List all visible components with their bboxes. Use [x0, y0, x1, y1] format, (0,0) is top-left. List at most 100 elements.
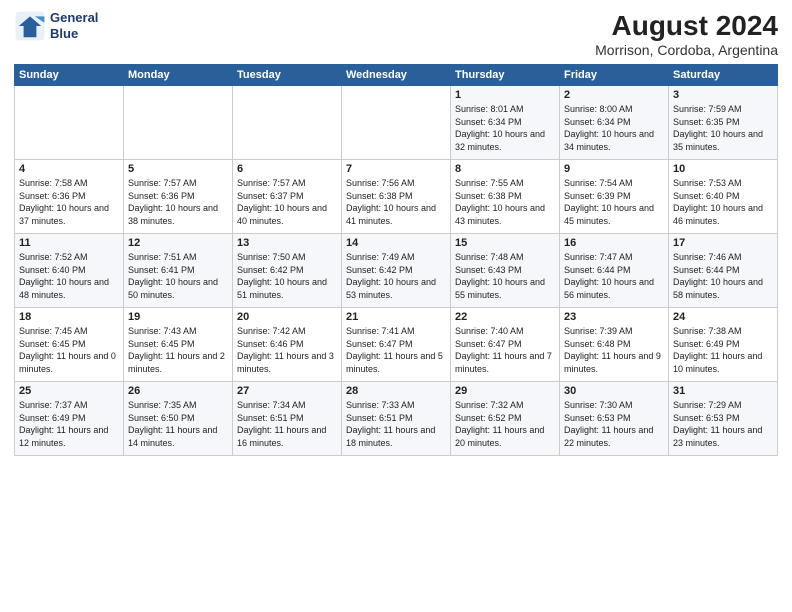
- week-row-1: 4 Sunrise: 7:58 AM Sunset: 6:36 PM Dayli…: [15, 160, 778, 234]
- day-number: 3: [673, 89, 773, 101]
- day-info: Sunrise: 7:54 AM Sunset: 6:39 PM Dayligh…: [564, 177, 664, 227]
- day-number: 16: [564, 237, 664, 249]
- calendar-cell: [124, 86, 233, 160]
- calendar-cell: 28 Sunrise: 7:33 AM Sunset: 6:51 PM Dayl…: [342, 382, 451, 456]
- sub-title: Morrison, Cordoba, Argentina: [595, 42, 778, 58]
- day-number: 28: [346, 385, 446, 397]
- day-number: 31: [673, 385, 773, 397]
- week-row-4: 25 Sunrise: 7:37 AM Sunset: 6:49 PM Dayl…: [15, 382, 778, 456]
- day-info: Sunrise: 7:52 AM Sunset: 6:40 PM Dayligh…: [19, 251, 119, 301]
- calendar-cell: 13 Sunrise: 7:50 AM Sunset: 6:42 PM Dayl…: [233, 234, 342, 308]
- col-friday: Friday: [560, 65, 669, 86]
- calendar-cell: 24 Sunrise: 7:38 AM Sunset: 6:49 PM Dayl…: [669, 308, 778, 382]
- day-info: Sunrise: 7:33 AM Sunset: 6:51 PM Dayligh…: [346, 399, 446, 449]
- calendar-cell: 10 Sunrise: 7:53 AM Sunset: 6:40 PM Dayl…: [669, 160, 778, 234]
- day-info: Sunrise: 7:48 AM Sunset: 6:43 PM Dayligh…: [455, 251, 555, 301]
- logo-line1: General: [50, 10, 98, 26]
- calendar-cell: 30 Sunrise: 7:30 AM Sunset: 6:53 PM Dayl…: [560, 382, 669, 456]
- day-info: Sunrise: 7:57 AM Sunset: 6:37 PM Dayligh…: [237, 177, 337, 227]
- header: General Blue August 2024 Morrison, Cordo…: [14, 10, 778, 58]
- main-title: August 2024: [595, 10, 778, 42]
- calendar-cell: 20 Sunrise: 7:42 AM Sunset: 6:46 PM Dayl…: [233, 308, 342, 382]
- day-number: 12: [128, 237, 228, 249]
- day-info: Sunrise: 7:39 AM Sunset: 6:48 PM Dayligh…: [564, 325, 664, 375]
- calendar-cell: 27 Sunrise: 7:34 AM Sunset: 6:51 PM Dayl…: [233, 382, 342, 456]
- day-number: 27: [237, 385, 337, 397]
- col-wednesday: Wednesday: [342, 65, 451, 86]
- day-info: Sunrise: 7:47 AM Sunset: 6:44 PM Dayligh…: [564, 251, 664, 301]
- calendar-cell: 21 Sunrise: 7:41 AM Sunset: 6:47 PM Dayl…: [342, 308, 451, 382]
- day-number: 19: [128, 311, 228, 323]
- day-number: 11: [19, 237, 119, 249]
- calendar-cell: 3 Sunrise: 7:59 AM Sunset: 6:35 PM Dayli…: [669, 86, 778, 160]
- day-number: 5: [128, 163, 228, 175]
- logo-icon: [14, 10, 46, 42]
- day-info: Sunrise: 7:35 AM Sunset: 6:50 PM Dayligh…: [128, 399, 228, 449]
- day-number: 29: [455, 385, 555, 397]
- calendar-cell: 15 Sunrise: 7:48 AM Sunset: 6:43 PM Dayl…: [451, 234, 560, 308]
- calendar-table: Sunday Monday Tuesday Wednesday Thursday…: [14, 64, 778, 456]
- day-number: 13: [237, 237, 337, 249]
- header-row: Sunday Monday Tuesday Wednesday Thursday…: [15, 65, 778, 86]
- calendar-cell: 17 Sunrise: 7:46 AM Sunset: 6:44 PM Dayl…: [669, 234, 778, 308]
- calendar-cell: 29 Sunrise: 7:32 AM Sunset: 6:52 PM Dayl…: [451, 382, 560, 456]
- day-info: Sunrise: 7:30 AM Sunset: 6:53 PM Dayligh…: [564, 399, 664, 449]
- day-info: Sunrise: 7:49 AM Sunset: 6:42 PM Dayligh…: [346, 251, 446, 301]
- day-info: Sunrise: 7:57 AM Sunset: 6:36 PM Dayligh…: [128, 177, 228, 227]
- calendar-cell: 22 Sunrise: 7:40 AM Sunset: 6:47 PM Dayl…: [451, 308, 560, 382]
- day-info: Sunrise: 7:53 AM Sunset: 6:40 PM Dayligh…: [673, 177, 773, 227]
- day-number: 2: [564, 89, 664, 101]
- day-info: Sunrise: 7:56 AM Sunset: 6:38 PM Dayligh…: [346, 177, 446, 227]
- day-info: Sunrise: 7:37 AM Sunset: 6:49 PM Dayligh…: [19, 399, 119, 449]
- calendar-cell: 31 Sunrise: 7:29 AM Sunset: 6:53 PM Dayl…: [669, 382, 778, 456]
- day-info: Sunrise: 7:40 AM Sunset: 6:47 PM Dayligh…: [455, 325, 555, 375]
- day-number: 9: [564, 163, 664, 175]
- calendar-cell: [15, 86, 124, 160]
- day-number: 24: [673, 311, 773, 323]
- calendar-cell: 25 Sunrise: 7:37 AM Sunset: 6:49 PM Dayl…: [15, 382, 124, 456]
- calendar-cell: 11 Sunrise: 7:52 AM Sunset: 6:40 PM Dayl…: [15, 234, 124, 308]
- col-saturday: Saturday: [669, 65, 778, 86]
- calendar-cell: 18 Sunrise: 7:45 AM Sunset: 6:45 PM Dayl…: [15, 308, 124, 382]
- calendar-cell: 9 Sunrise: 7:54 AM Sunset: 6:39 PM Dayli…: [560, 160, 669, 234]
- day-info: Sunrise: 7:58 AM Sunset: 6:36 PM Dayligh…: [19, 177, 119, 227]
- week-row-2: 11 Sunrise: 7:52 AM Sunset: 6:40 PM Dayl…: [15, 234, 778, 308]
- calendar-cell: [233, 86, 342, 160]
- col-tuesday: Tuesday: [233, 65, 342, 86]
- day-info: Sunrise: 7:50 AM Sunset: 6:42 PM Dayligh…: [237, 251, 337, 301]
- calendar-cell: 19 Sunrise: 7:43 AM Sunset: 6:45 PM Dayl…: [124, 308, 233, 382]
- day-number: 17: [673, 237, 773, 249]
- day-number: 15: [455, 237, 555, 249]
- day-info: Sunrise: 7:29 AM Sunset: 6:53 PM Dayligh…: [673, 399, 773, 449]
- calendar-cell: 2 Sunrise: 8:00 AM Sunset: 6:34 PM Dayli…: [560, 86, 669, 160]
- day-number: 4: [19, 163, 119, 175]
- day-info: Sunrise: 7:32 AM Sunset: 6:52 PM Dayligh…: [455, 399, 555, 449]
- col-thursday: Thursday: [451, 65, 560, 86]
- calendar-cell: 7 Sunrise: 7:56 AM Sunset: 6:38 PM Dayli…: [342, 160, 451, 234]
- calendar-cell: 16 Sunrise: 7:47 AM Sunset: 6:44 PM Dayl…: [560, 234, 669, 308]
- day-number: 18: [19, 311, 119, 323]
- calendar-cell: 26 Sunrise: 7:35 AM Sunset: 6:50 PM Dayl…: [124, 382, 233, 456]
- day-number: 1: [455, 89, 555, 101]
- calendar-cell: 5 Sunrise: 7:57 AM Sunset: 6:36 PM Dayli…: [124, 160, 233, 234]
- day-number: 21: [346, 311, 446, 323]
- calendar-cell: [342, 86, 451, 160]
- calendar-cell: 1 Sunrise: 8:01 AM Sunset: 6:34 PM Dayli…: [451, 86, 560, 160]
- day-number: 26: [128, 385, 228, 397]
- col-monday: Monday: [124, 65, 233, 86]
- day-number: 22: [455, 311, 555, 323]
- calendar-cell: 12 Sunrise: 7:51 AM Sunset: 6:41 PM Dayl…: [124, 234, 233, 308]
- day-number: 30: [564, 385, 664, 397]
- day-info: Sunrise: 7:51 AM Sunset: 6:41 PM Dayligh…: [128, 251, 228, 301]
- day-number: 10: [673, 163, 773, 175]
- title-block: August 2024 Morrison, Cordoba, Argentina: [595, 10, 778, 58]
- day-info: Sunrise: 7:59 AM Sunset: 6:35 PM Dayligh…: [673, 103, 773, 153]
- week-row-0: 1 Sunrise: 8:01 AM Sunset: 6:34 PM Dayli…: [15, 86, 778, 160]
- logo-line2: Blue: [50, 26, 98, 42]
- day-info: Sunrise: 7:42 AM Sunset: 6:46 PM Dayligh…: [237, 325, 337, 375]
- day-info: Sunrise: 7:34 AM Sunset: 6:51 PM Dayligh…: [237, 399, 337, 449]
- day-number: 7: [346, 163, 446, 175]
- col-sunday: Sunday: [15, 65, 124, 86]
- calendar-cell: 23 Sunrise: 7:39 AM Sunset: 6:48 PM Dayl…: [560, 308, 669, 382]
- calendar-cell: 14 Sunrise: 7:49 AM Sunset: 6:42 PM Dayl…: [342, 234, 451, 308]
